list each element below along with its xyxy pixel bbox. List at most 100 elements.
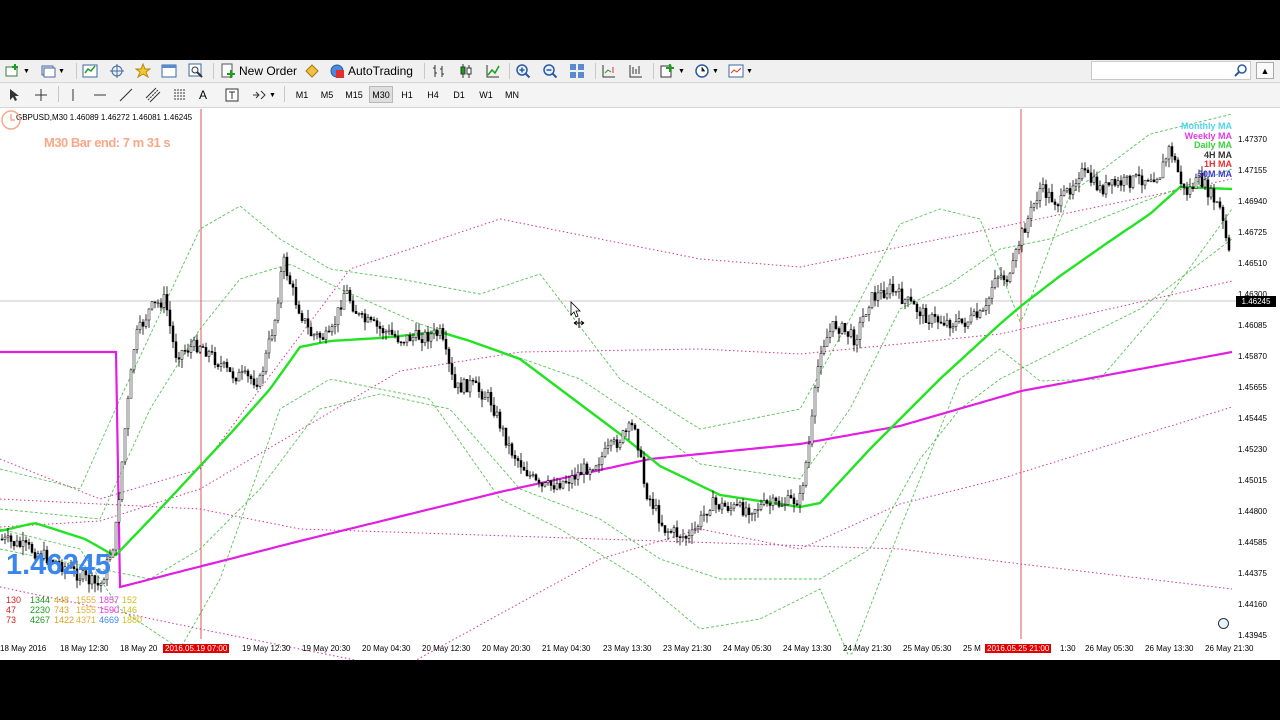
- chart-shift-button[interactable]: [601, 62, 617, 80]
- candle-body: [171, 325, 175, 343]
- candle-body: [477, 382, 481, 392]
- search-icon[interactable]: [1234, 62, 1248, 80]
- candle-body: [588, 469, 592, 475]
- candle-body: [870, 292, 874, 309]
- price-label: 1.45655: [1238, 383, 1267, 392]
- new-chart-button[interactable]: ▼: [5, 62, 30, 80]
- candle-body: [1041, 184, 1045, 189]
- candle-body: [939, 321, 943, 324]
- new-order-button[interactable]: New Order: [220, 62, 297, 80]
- equidistant-channel-button[interactable]: [145, 86, 161, 104]
- metaeditor-button[interactable]: [304, 62, 320, 80]
- timeframe-m5[interactable]: M5: [316, 86, 338, 103]
- tile-windows-button[interactable]: [569, 62, 585, 80]
- candle-body: [483, 397, 487, 400]
- candle-body: [21, 540, 25, 547]
- candle-body: [1143, 179, 1147, 186]
- resize-cursor-icon: [573, 318, 585, 328]
- cursor-button[interactable]: [6, 86, 22, 104]
- autoscroll-button[interactable]: [628, 62, 644, 80]
- timeframe-h4[interactable]: H4: [422, 86, 444, 103]
- arrows-button[interactable]: ▼: [251, 86, 276, 104]
- candle-body: [126, 397, 130, 430]
- indicators-button[interactable]: ▼: [660, 62, 685, 80]
- text-label-button[interactable]: [224, 86, 240, 104]
- candle-body: [1020, 228, 1024, 246]
- candle-body: [744, 507, 748, 516]
- channel-icon: [145, 87, 161, 103]
- profiles-button[interactable]: ▼: [40, 62, 65, 80]
- candle-body: [669, 531, 673, 533]
- candle-body: [390, 329, 394, 335]
- candle-body: [246, 370, 250, 377]
- candle-body: [999, 275, 1003, 278]
- magnifier-chart-icon: [188, 63, 203, 78]
- timeframe-m30[interactable]: M30: [369, 86, 393, 103]
- strategy-tester-button[interactable]: [188, 62, 204, 80]
- candle-body: [558, 483, 562, 489]
- fibonacci-button[interactable]: [172, 86, 188, 104]
- candle-body: [705, 513, 709, 516]
- toolbar-separator: [595, 63, 596, 79]
- candle-body: [1164, 158, 1168, 163]
- candle-body: [594, 465, 598, 470]
- market-watch-button[interactable]: [82, 62, 98, 80]
- timeframe-m1[interactable]: M1: [291, 86, 313, 103]
- candlestick-button[interactable]: [458, 62, 474, 80]
- bar-chart-button[interactable]: [431, 62, 447, 80]
- candle-body: [549, 480, 553, 486]
- line-chart-button[interactable]: [485, 62, 501, 80]
- candle-body: [1188, 186, 1192, 195]
- candle-body: [381, 328, 385, 334]
- search-input[interactable]: [1091, 61, 1251, 80]
- price-chart[interactable]: [0, 109, 1280, 660]
- autotrading-button[interactable]: AutoTrading: [329, 62, 413, 80]
- terminal-button[interactable]: [161, 62, 177, 80]
- text-button[interactable]: A: [199, 86, 207, 104]
- data-window-button[interactable]: [109, 62, 125, 80]
- candle-body: [924, 307, 928, 323]
- toolbar-separator: [509, 63, 510, 79]
- timeframe-w1[interactable]: W1: [475, 86, 497, 103]
- candle-body: [741, 502, 745, 516]
- candle-body: [921, 307, 925, 317]
- candle-body: [765, 500, 769, 504]
- candle-body: [618, 442, 622, 448]
- trendline-button[interactable]: [118, 86, 134, 104]
- crosshair-icon: [35, 89, 47, 101]
- periods-button[interactable]: ▼: [694, 62, 719, 80]
- candle-body: [1185, 187, 1189, 195]
- templates-button[interactable]: ▼: [728, 62, 753, 80]
- timeframe-m15[interactable]: M15: [342, 86, 366, 103]
- timeframe-d1[interactable]: D1: [448, 86, 470, 103]
- candle-body: [591, 469, 595, 471]
- chart-area[interactable]: GBPUSD,M30 1.46089 1.46272 1.46081 1.462…: [0, 109, 1280, 660]
- candle-body: [360, 313, 364, 315]
- candle-body: [1128, 175, 1132, 188]
- scroll-up-icon: ▲: [1260, 65, 1270, 76]
- timeframe-mn[interactable]: MN: [501, 86, 523, 103]
- vertical-line-button[interactable]: [65, 86, 81, 104]
- navigator-button[interactable]: [135, 62, 151, 80]
- stat-value: 1555: [76, 595, 97, 605]
- candle-body: [888, 283, 892, 295]
- community-button[interactable]: ▲: [1256, 62, 1274, 79]
- candle-body: [906, 296, 910, 301]
- new-chart-icon: [5, 64, 18, 77]
- candle-body: [378, 326, 382, 329]
- candle-body: [228, 367, 232, 372]
- candle-body: [231, 371, 235, 379]
- candle-body: [1005, 279, 1009, 282]
- zoom-in-button[interactable]: [515, 62, 531, 80]
- candle-body: [435, 329, 439, 336]
- candle-body: [264, 352, 268, 373]
- crosshair-button[interactable]: [33, 86, 49, 104]
- horizontal-line-button[interactable]: [92, 86, 108, 104]
- zoom-out-button[interactable]: [542, 62, 558, 80]
- legend-entry: Weekly MA: [1184, 130, 1232, 141]
- candle-body: [786, 495, 790, 505]
- candle-body: [963, 322, 967, 327]
- timeframe-h1[interactable]: H1: [396, 86, 418, 103]
- candle-body: [1083, 168, 1087, 171]
- candle-body: [543, 482, 547, 487]
